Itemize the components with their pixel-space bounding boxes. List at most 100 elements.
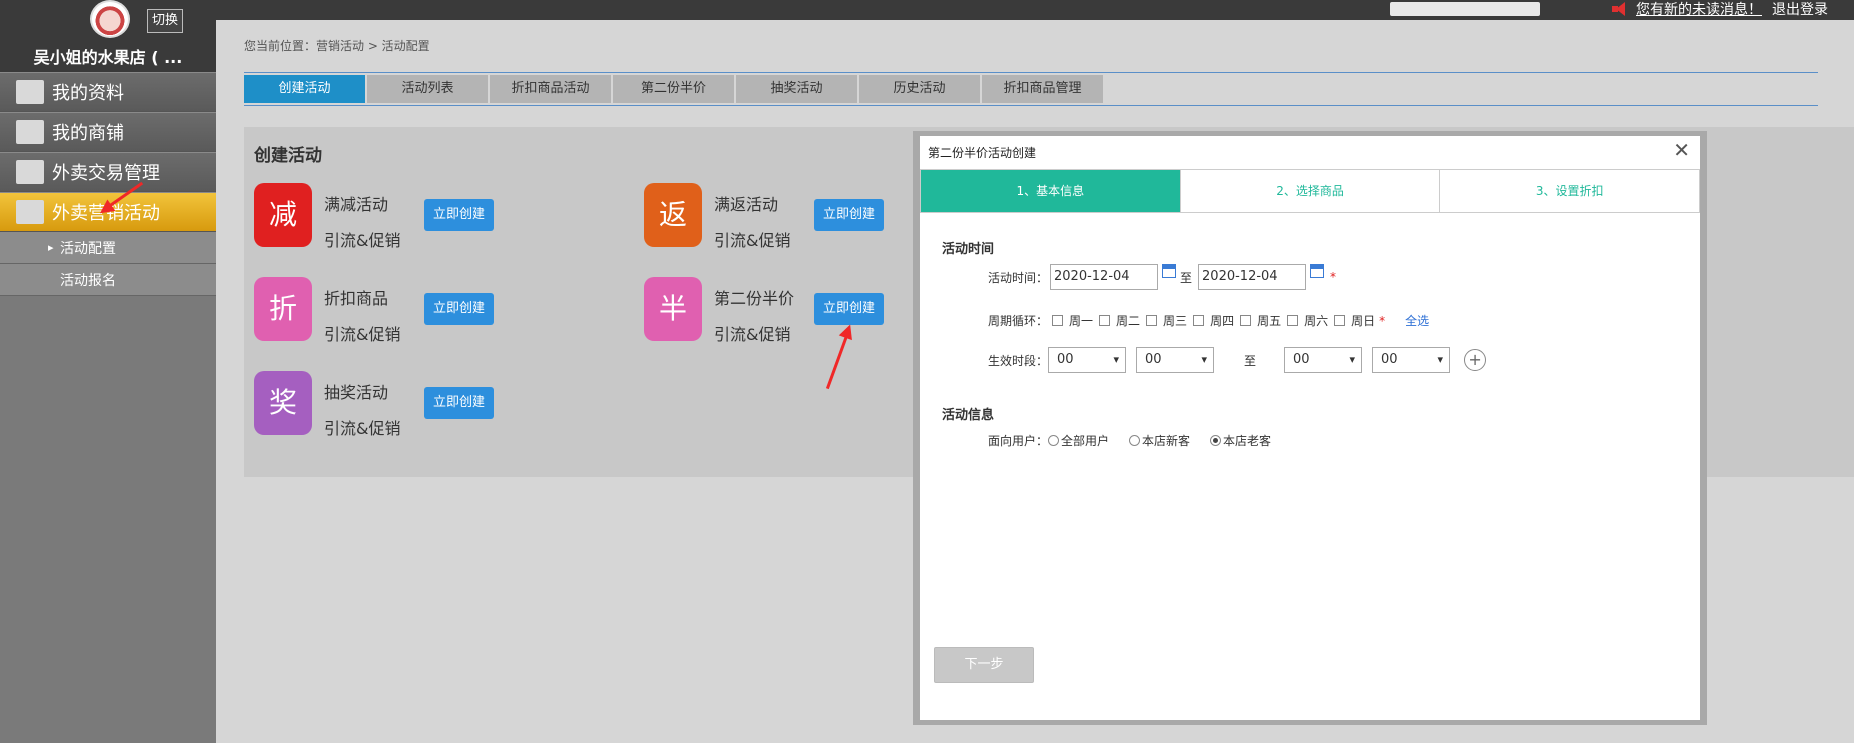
create-now-button[interactable]: 立即创建 bbox=[424, 387, 494, 419]
sidebar-item-delivery-trade[interactable]: 外卖交易管理 bbox=[0, 152, 216, 192]
activity-subtitle: 引流&促销 bbox=[714, 231, 791, 250]
activity-name: 抽奖活动 bbox=[324, 383, 389, 402]
sidebar-item-delivery-marketing[interactable]: 外卖营销活动 bbox=[0, 192, 230, 232]
create-now-button[interactable]: 立即创建 bbox=[424, 199, 494, 231]
day-label: 周一 bbox=[1069, 314, 1094, 328]
next-step-button[interactable]: 下一步 bbox=[934, 647, 1034, 683]
add-period-icon[interactable]: + bbox=[1464, 349, 1487, 371]
gift-icon bbox=[16, 200, 44, 224]
day-option[interactable]: 周二 bbox=[1095, 312, 1140, 329]
switch-store-button[interactable]: 切换 bbox=[147, 9, 183, 33]
tab-create-activity[interactable]: 创建活动 bbox=[244, 75, 365, 103]
tab-discount-goods-activity[interactable]: 折扣商品活动 bbox=[490, 75, 611, 103]
audience-option[interactable]: 本店老客 bbox=[1210, 432, 1271, 449]
activity-card: 折 折扣商品 引流&促销 立即创建 bbox=[254, 277, 514, 344]
required-mark: * bbox=[1379, 313, 1386, 328]
day-option[interactable]: 周四 bbox=[1189, 312, 1234, 329]
activity-badge: 奖 bbox=[254, 371, 312, 435]
create-modal: 第二份半价活动创建 ✕ 1、基本信息 2、选择商品 3、设置折扣 活动时间 活动… bbox=[920, 136, 1700, 720]
start-minute-select[interactable]: 00 bbox=[1136, 347, 1215, 373]
day-option[interactable]: 周六 bbox=[1283, 312, 1328, 329]
activity-card: 奖 抽奖活动 引流&促销 立即创建 bbox=[254, 371, 514, 438]
day-option[interactable]: 周日 bbox=[1330, 312, 1375, 329]
day-option[interactable]: 周一 bbox=[1048, 312, 1093, 329]
calendar-icon[interactable] bbox=[1162, 264, 1177, 278]
day-option[interactable]: 周三 bbox=[1142, 312, 1187, 329]
sidebar-item-label: 我的资料 bbox=[52, 83, 124, 104]
start-hour-select[interactable]: 00 bbox=[1048, 347, 1127, 373]
activity-name: 第二份半价 bbox=[714, 289, 795, 308]
checkbox[interactable] bbox=[1334, 315, 1346, 326]
create-now-button[interactable]: 立即创建 bbox=[814, 293, 884, 325]
unread-message-link[interactable]: 您有新的未读消息！ bbox=[1636, 0, 1762, 19]
activity-name: 折扣商品 bbox=[324, 289, 389, 308]
day-label: 周二 bbox=[1116, 314, 1141, 328]
logout-link[interactable]: 退出登录 bbox=[1772, 0, 1828, 19]
audience-option-label: 本店老客 bbox=[1223, 434, 1272, 448]
audience-option-label: 本店新客 bbox=[1142, 434, 1191, 448]
avatar bbox=[90, 0, 130, 38]
store-header: 切换 吴小姐的水果店 ( ... bbox=[0, 0, 216, 72]
checkbox[interactable] bbox=[1193, 315, 1205, 326]
checkbox[interactable] bbox=[1146, 315, 1158, 326]
step-basic-info: 1、基本信息 bbox=[921, 170, 1181, 212]
audience-option[interactable]: 本店新客 bbox=[1129, 432, 1190, 449]
activity-badge: 减 bbox=[254, 183, 312, 247]
tab-activity-list[interactable]: 活动列表 bbox=[367, 75, 488, 103]
activity-time-row: 活动时间： 2020-12-04 至 2020-12-04 * bbox=[988, 264, 1336, 290]
audience-label: 面向用户： bbox=[988, 434, 1049, 448]
day-option[interactable]: 周五 bbox=[1236, 312, 1281, 329]
speaker-icon bbox=[1612, 2, 1630, 16]
end-date-input[interactable]: 2020-12-04 bbox=[1198, 264, 1307, 290]
day-label: 周四 bbox=[1210, 314, 1235, 328]
audience-option-label: 全部用户 bbox=[1061, 434, 1110, 448]
top-bar: 您有新的未读消息！ 退出登录 bbox=[0, 0, 1854, 20]
radio-selected[interactable] bbox=[1210, 435, 1222, 446]
activity-subtitle: 引流&促销 bbox=[324, 231, 401, 250]
tab-history-activity[interactable]: 历史活动 bbox=[859, 75, 980, 103]
tab-lottery-activity[interactable]: 抽奖活动 bbox=[736, 75, 857, 103]
audience-option[interactable]: 全部用户 bbox=[1048, 432, 1109, 449]
store-name: 吴小姐的水果店 ( ... bbox=[33, 48, 183, 67]
checkbox[interactable] bbox=[1240, 315, 1252, 326]
date-to-label: 至 bbox=[1180, 270, 1193, 285]
section-activity-time: 活动时间 bbox=[942, 242, 995, 257]
create-now-button[interactable]: 立即创建 bbox=[424, 293, 494, 325]
close-icon[interactable]: ✕ bbox=[1673, 138, 1690, 162]
activity-badge: 折 bbox=[254, 277, 312, 341]
tab-second-half-price[interactable]: 第二份半价 bbox=[613, 75, 734, 103]
sidebar-item-my-profile[interactable]: 我的资料 bbox=[0, 72, 216, 112]
sidebar-item-my-shop[interactable]: 我的商铺 bbox=[0, 112, 216, 152]
period-row: 生效时段： 00 00 至 00 00 + bbox=[988, 347, 1487, 373]
period-to-label: 至 bbox=[1244, 353, 1257, 368]
start-date-input[interactable]: 2020-12-04 bbox=[1050, 264, 1159, 290]
activity-subtitle: 引流&促销 bbox=[714, 325, 791, 344]
panel-title: 创建活动 bbox=[254, 146, 322, 166]
modal-title: 第二份半价活动创建 bbox=[928, 146, 1037, 160]
select-all-link[interactable]: 全选 bbox=[1405, 312, 1429, 329]
section-activity-info: 活动信息 bbox=[942, 408, 995, 423]
checkbox[interactable] bbox=[1052, 315, 1064, 326]
radio[interactable] bbox=[1129, 435, 1141, 446]
activity-card: 减 满减活动 引流&促销 立即创建 bbox=[254, 183, 514, 250]
cycle-row: 周期循环： 周一 周二 周三 周四 周五 周六 周日 * 全选 bbox=[988, 312, 1429, 329]
cycle-label: 周期循环： bbox=[988, 314, 1049, 328]
end-hour-select[interactable]: 00 bbox=[1284, 347, 1363, 373]
create-now-button[interactable]: 立即创建 bbox=[814, 199, 884, 231]
calendar-icon[interactable] bbox=[1310, 264, 1325, 278]
checkbox[interactable] bbox=[1287, 315, 1299, 326]
activity-time-label: 活动时间： bbox=[988, 270, 1049, 285]
tab-discount-goods-manage[interactable]: 折扣商品管理 bbox=[982, 75, 1103, 103]
end-minute-select[interactable]: 00 bbox=[1372, 347, 1451, 373]
sidebar-subitem-activity-config[interactable]: 活动配置 bbox=[0, 232, 216, 264]
step-set-discount: 3、设置折扣 bbox=[1535, 184, 1604, 198]
period-label: 生效时段： bbox=[988, 353, 1049, 368]
tab-bar: 创建活动 活动列表 折扣商品活动 第二份半价 抽奖活动 历史活动 折扣商品管理 bbox=[244, 72, 1818, 106]
day-label: 周六 bbox=[1304, 314, 1329, 328]
radio[interactable] bbox=[1048, 435, 1060, 446]
checkbox[interactable] bbox=[1099, 315, 1111, 326]
activity-subtitle: 引流&促销 bbox=[324, 419, 401, 438]
sidebar-item-label: 我的商铺 bbox=[52, 123, 124, 144]
day-label: 周五 bbox=[1257, 314, 1282, 328]
sidebar-subitem-activity-signup[interactable]: 活动报名 bbox=[0, 264, 216, 296]
